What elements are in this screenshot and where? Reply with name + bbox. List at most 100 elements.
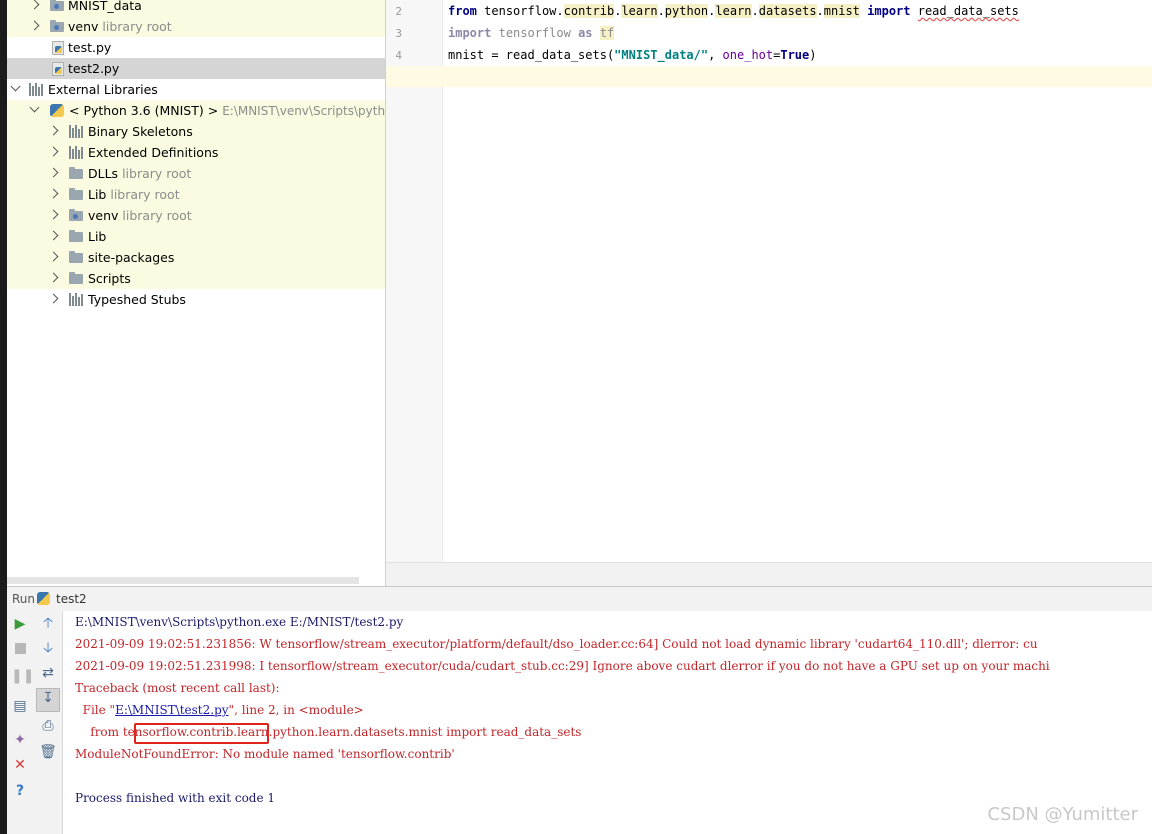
chevron-right-icon[interactable] (48, 125, 59, 136)
chevron-right-icon[interactable] (48, 272, 59, 283)
run-config-name[interactable]: test2 (56, 587, 87, 611)
tree-item-label: Extended Definitions (88, 145, 219, 160)
line-number: 2 (395, 5, 402, 18)
module-name: contrib (563, 4, 615, 18)
library-icon (69, 125, 83, 138)
tree-item-label: Scripts (88, 271, 131, 286)
tree-item-label: External Libraries (48, 82, 158, 97)
editor-bottom-bar (386, 562, 1152, 587)
tree-item-label: DLLs (88, 166, 119, 181)
left-window-edge (0, 0, 7, 834)
run-toolbar-right: 🡡 🡣 ⇄ ↧ ⎙ 🗑 (35, 611, 63, 834)
tree-item-venv[interactable]: venv library root (7, 16, 385, 37)
library-root-tag: library root (122, 208, 192, 223)
tree-item-typeshed-stubs[interactable]: Typeshed Stubs (7, 289, 385, 310)
folder-icon (50, 20, 64, 32)
chevron-right-icon[interactable] (48, 209, 59, 220)
arrow-up-icon[interactable]: 🡡 (39, 614, 57, 632)
python-file-icon (52, 62, 64, 76)
help-icon[interactable]: ? (11, 782, 29, 800)
tree-item-label: venv (68, 19, 99, 34)
run-tab-label[interactable]: Run (12, 587, 35, 611)
tree-item-test2-py[interactable]: test2.py (7, 58, 385, 79)
chevron-right-icon[interactable] (48, 293, 59, 304)
tree-item-scripts[interactable]: Scripts (7, 268, 385, 289)
file-link[interactable]: E:\MNIST\test2.py (115, 703, 228, 717)
chevron-right-icon[interactable] (48, 251, 59, 262)
module-name: learn (621, 4, 658, 18)
rerun-icon[interactable]: ▶ (11, 615, 29, 633)
imported-name: read_data_sets (917, 4, 1019, 18)
library-root-tag: library root (102, 19, 172, 34)
console-line: ModuleNotFoundError: No module named 'te… (75, 747, 455, 761)
tree-item-test-py[interactable]: test.py (7, 37, 385, 58)
keyword-argument: one_hot (722, 48, 774, 62)
chevron-down-icon[interactable] (10, 81, 21, 92)
project-tree[interactable]: MNIST_data venv library root test.py tes… (7, 0, 385, 586)
console-line: Traceback (most recent call last): (75, 681, 280, 695)
tree-item-label: < Python 3.6 (MNIST) > (69, 103, 219, 118)
chevron-right-icon[interactable] (29, 20, 40, 31)
code-editor[interactable]: from tensorflow.contrib.learn.python.lea… (443, 0, 1152, 562)
tree-item-label: site-packages (88, 250, 175, 265)
print-icon[interactable]: ⎙ (39, 717, 57, 735)
chevron-right-icon[interactable] (48, 230, 59, 241)
python-logo-icon (37, 592, 50, 605)
tree-item-site-packages[interactable]: site-packages (7, 247, 385, 268)
tree-item-label: Lib (88, 187, 107, 202)
module-name: mnist (823, 4, 860, 18)
stop-icon[interactable] (11, 641, 29, 659)
tree-item-label: Typeshed Stubs (88, 292, 186, 307)
tree-item-python-sdk[interactable]: < Python 3.6 (MNIST) > E:\MNIST\venv\Scr… (7, 100, 385, 121)
keyword: import (867, 4, 911, 18)
folder-icon (69, 251, 83, 263)
tree-item-label: Binary Skeletons (88, 124, 193, 139)
tree-item-dlls[interactable]: DLLs library root (7, 163, 385, 184)
tree-item-label: MNIST_data (68, 0, 142, 13)
chevron-down-icon[interactable] (29, 102, 40, 113)
arrow-down-icon[interactable]: 🡣 (39, 639, 57, 657)
string-literal: "MNIST_data/" (614, 48, 709, 62)
tree-item-external-libraries[interactable]: External Libraries (7, 79, 385, 100)
folder-icon (50, 0, 64, 11)
pin-icon[interactable]: ✦ (11, 731, 29, 749)
watermark: CSDN @Yumitter (987, 804, 1138, 825)
line-number: 3 (395, 27, 402, 40)
chevron-right-icon[interactable] (48, 188, 59, 199)
code-line-3[interactable]: import tensorflow as tf (448, 26, 615, 40)
library-icon (69, 293, 83, 306)
keyword: import (448, 26, 492, 40)
sdk-path: E:\MNIST\venv\Scripts\python (222, 104, 385, 118)
pause-icon[interactable]: ❚❚ (11, 667, 34, 685)
module-name: datasets (758, 4, 817, 18)
library-root-tag: library root (110, 187, 180, 202)
tree-item-mnist-data[interactable]: MNIST_data (7, 0, 385, 16)
console-line: 2021-09-09 19:02:51.231856: W tensorflow… (75, 637, 1038, 651)
alias-name: tf (599, 26, 615, 40)
soft-wrap-icon[interactable]: ⇄ (39, 664, 57, 682)
tree-item-venv-lib[interactable]: venv library root (7, 205, 385, 226)
folder-icon (69, 272, 83, 284)
console-line: Process finished with exit code 1 (75, 791, 276, 805)
layout-icon[interactable]: ▤ (11, 697, 29, 715)
tree-item-extended-definitions[interactable]: Extended Definitions (7, 142, 385, 163)
folder-icon (69, 167, 83, 179)
code-text: mnist = read_data_sets( (448, 48, 615, 62)
folder-icon (69, 230, 83, 242)
chevron-right-icon[interactable] (48, 146, 59, 157)
tree-horizontal-scrollbar[interactable] (7, 577, 359, 584)
close-icon[interactable]: ✕ (11, 756, 29, 774)
chevron-right-icon[interactable] (29, 0, 40, 10)
tree-item-lib-root[interactable]: Lib library root (7, 184, 385, 205)
code-line-4[interactable]: mnist = read_data_sets("MNIST_data/", on… (448, 48, 817, 62)
tree-item-binary-skeletons[interactable]: Binary Skeletons (7, 121, 385, 142)
trash-icon[interactable]: 🗑 (39, 743, 57, 761)
tree-item-lib[interactable]: Lib (7, 226, 385, 247)
scroll-to-end-icon[interactable]: ↧ (36, 688, 60, 712)
chevron-right-icon[interactable] (48, 167, 59, 178)
tree-item-label: test.py (68, 40, 112, 55)
code-line-2[interactable]: from tensorflow.contrib.learn.python.lea… (448, 4, 1019, 18)
library-root-tag: library root (122, 166, 192, 181)
module-name: tensorflow (498, 26, 571, 40)
run-panel-header: Run test2 (7, 586, 1152, 612)
